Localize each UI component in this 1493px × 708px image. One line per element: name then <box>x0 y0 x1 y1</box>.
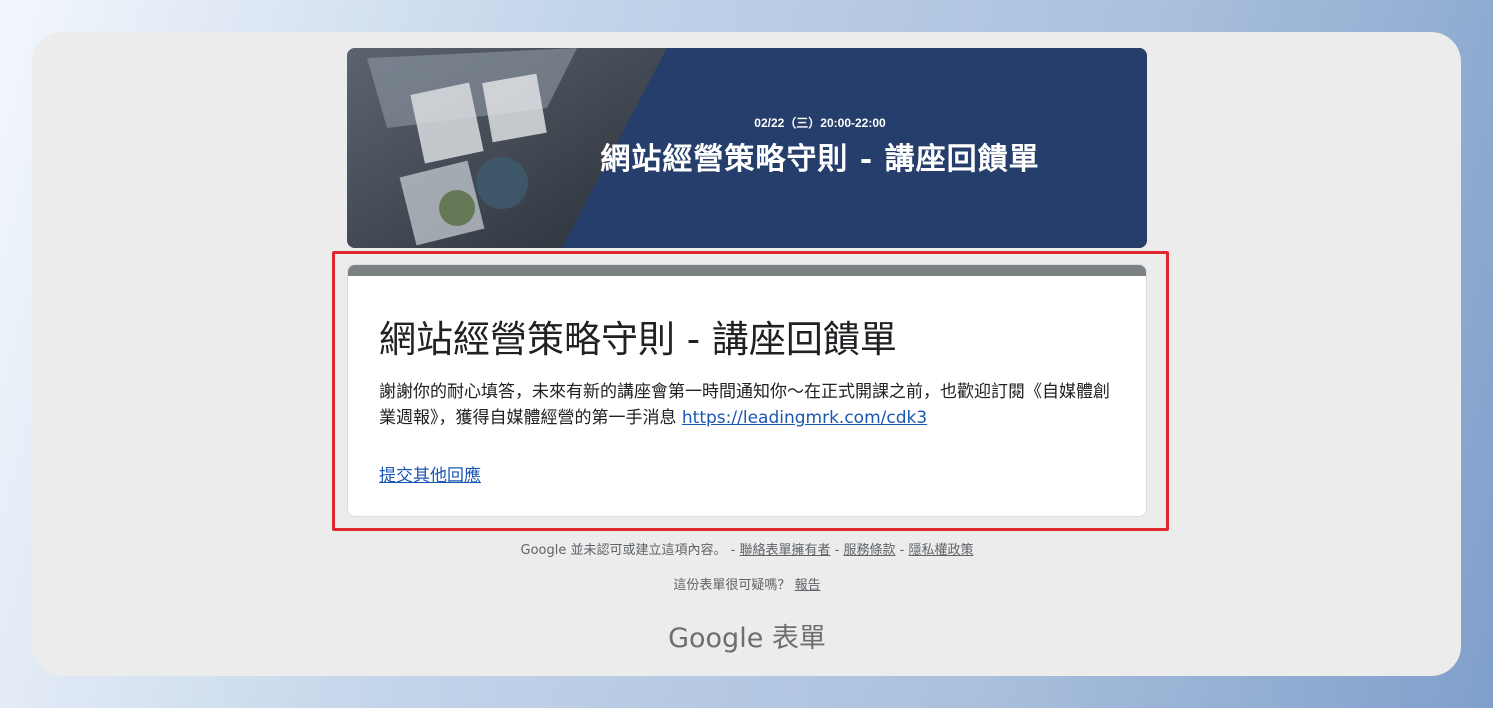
footer-separator: - <box>895 543 909 558</box>
header-banner: 02/22（三）20:00-22:00 網站經營策略守則 - 講座回饋單 <box>347 48 1147 248</box>
submit-another-response-link[interactable]: 提交其他回應 <box>379 461 481 486</box>
terms-link[interactable]: 服務條款 <box>843 543 895 558</box>
newsletter-link[interactable]: https://leadingmrk.com/cdk3 <box>682 408 927 428</box>
suspicious-text: 這份表單很可疑嗎？ <box>673 578 795 593</box>
google-forms-logo[interactable]: Google 表單 <box>347 616 1147 655</box>
footer-disclaimer: Google 並未認可或建立這項內容。 - 聯絡表單擁有者 - 服務條款 - 隱… <box>347 539 1147 558</box>
form-title: 網站經營策略守則 - 講座回饋單 <box>379 318 897 361</box>
card-accent-bar <box>348 265 1146 276</box>
contact-owner-link[interactable]: 聯絡表單擁有者 <box>739 543 830 558</box>
banner-title: 網站經營策略守則 - 講座回饋單 <box>600 142 1040 177</box>
footer-separator: - <box>830 543 844 558</box>
confirmation-message: 謝謝你的耐心填答，未來有新的講座會第一時間通知你～在正式開課之前，也歡迎訂閱《自… <box>379 379 1119 431</box>
footer-report: 這份表單很可疑嗎？ 報告 <box>347 574 1147 593</box>
report-link[interactable]: 報告 <box>795 578 821 593</box>
privacy-link[interactable]: 隱私權政策 <box>908 543 973 558</box>
confirmation-card: 網站經營策略守則 - 講座回饋單 謝謝你的耐心填答，未來有新的講座會第一時間通知… <box>347 264 1147 517</box>
banner-date: 02/22（三）20:00-22:00 <box>754 116 886 130</box>
disclaimer-text: Google 並未認可或建立這項內容。 - <box>520 543 740 558</box>
